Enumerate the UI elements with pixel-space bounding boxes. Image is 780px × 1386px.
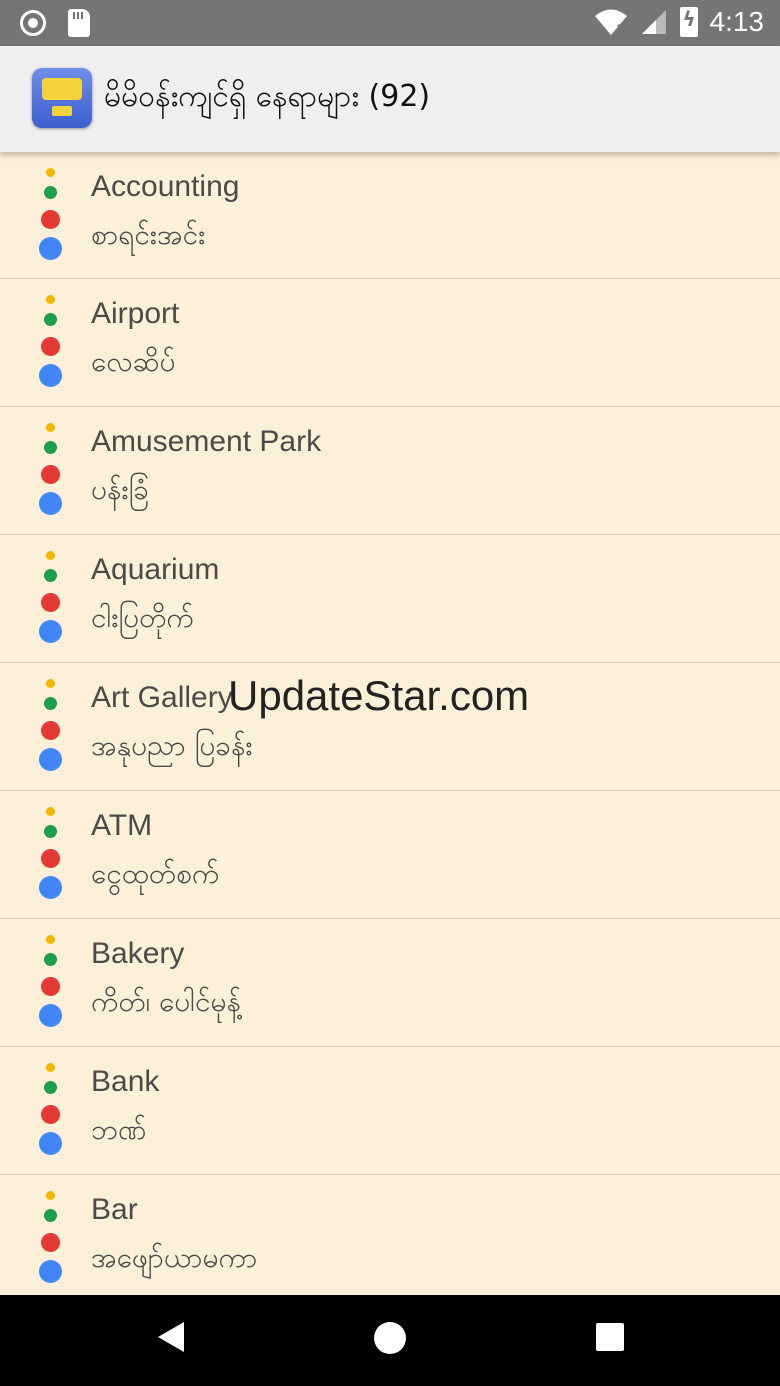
app-logo-icon bbox=[32, 68, 92, 128]
sd-card-icon bbox=[68, 9, 90, 37]
app-bar: မိမိဝန်းကျင်ရှိ နေရာများ (92) bbox=[0, 46, 780, 152]
place-name-my: လေဆိပ် bbox=[91, 345, 176, 378]
dots-icon bbox=[36, 421, 66, 517]
place-name-en: Bakery bbox=[91, 937, 185, 970]
place-name-my: ဘဏ် bbox=[91, 1113, 147, 1146]
place-name-my: စာရင်းအင်း bbox=[91, 218, 206, 251]
place-name-en: Amusement Park bbox=[91, 425, 322, 458]
place-name-my: အဖျော်ယာမကာ bbox=[91, 1241, 258, 1274]
list-item[interactable]: Bar အဖျော်ယာမကာ bbox=[0, 1175, 780, 1295]
place-name-my: ငွေထုတ်စက် bbox=[91, 857, 220, 890]
place-name-en: ATM bbox=[91, 809, 153, 842]
dots-icon bbox=[36, 805, 66, 901]
dots-icon bbox=[36, 166, 66, 262]
recents-icon[interactable] bbox=[596, 1323, 624, 1351]
place-name-en: Airport bbox=[91, 297, 180, 330]
dots-icon bbox=[36, 293, 66, 389]
dots-icon bbox=[36, 677, 66, 773]
list-item[interactable]: Bank ဘဏ် bbox=[0, 1047, 780, 1175]
dots-icon bbox=[36, 1061, 66, 1157]
wifi-icon bbox=[594, 9, 627, 35]
place-name-en: Aquarium bbox=[91, 553, 220, 586]
list-item[interactable]: Amusement Park ပန်းခြံ bbox=[0, 407, 780, 535]
signal-icon bbox=[641, 10, 666, 34]
dots-icon bbox=[36, 933, 66, 1029]
place-name-en: Bar bbox=[91, 1193, 138, 1226]
list-item[interactable]: ATM ငွေထုတ်စက် bbox=[0, 791, 780, 919]
place-name-en: Bank bbox=[91, 1065, 160, 1098]
place-name-my: ပန်းခြံ bbox=[91, 473, 150, 506]
status-bar: 4:13 bbox=[0, 0, 780, 46]
place-name-my: အနုပညာ ပြခန်း bbox=[91, 729, 253, 762]
list-item[interactable]: Accounting စာရင်းအင်း bbox=[0, 152, 780, 279]
list-item[interactable]: Aquarium ငါးပြတိုက် bbox=[0, 535, 780, 663]
page-title: မိမိဝန်းကျင်ရှိ နေရာများ (92) bbox=[104, 79, 431, 114]
place-name-my: ငါးပြတိုက် bbox=[91, 601, 194, 634]
battery-charging-icon bbox=[679, 7, 698, 37]
navigation-bar bbox=[0, 1295, 780, 1386]
dots-icon bbox=[36, 549, 66, 645]
place-name-my: ကိတ်၊ ပေါင်မုန့် bbox=[91, 985, 242, 1018]
places-list: Accounting စာရင်းအင်း Airport လေဆိပ် Amu… bbox=[0, 152, 780, 1295]
list-item[interactable]: Bakery ကိတ်၊ ပေါင်မုန့် bbox=[0, 919, 780, 1047]
back-icon[interactable] bbox=[158, 1322, 184, 1352]
place-name-en: Accounting bbox=[91, 170, 240, 203]
dots-icon bbox=[36, 1189, 66, 1285]
clock: 4:13 bbox=[709, 6, 765, 37]
watermark: UpdateStar.com bbox=[228, 672, 530, 719]
home-icon[interactable] bbox=[374, 1322, 406, 1354]
radio-icon bbox=[20, 10, 46, 36]
list-item[interactable]: Airport လေဆိပ် bbox=[0, 279, 780, 407]
place-name-en: Art Gallery bbox=[91, 681, 233, 714]
